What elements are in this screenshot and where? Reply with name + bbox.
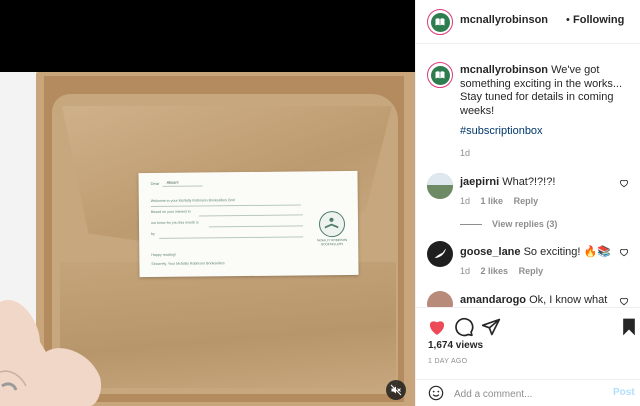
book-logo-icon bbox=[430, 12, 450, 32]
comment-2-meta: 1d 2 likes Reply bbox=[460, 266, 551, 276]
comment-avatar-jaepirni[interactable] bbox=[427, 173, 453, 199]
card-rule bbox=[162, 185, 203, 187]
card-line-4: by bbox=[151, 231, 155, 237]
comment-1-username[interactable]: jaepirni bbox=[460, 176, 499, 188]
add-comment-bar: Post bbox=[416, 379, 640, 406]
card-name: Alison! bbox=[166, 179, 179, 185]
card-closing: Happy reading! bbox=[151, 252, 176, 258]
comment-2: goose_lane So exciting! 🔥📚 bbox=[460, 245, 611, 258]
caption-username[interactable]: mcnallyrobinson bbox=[460, 64, 548, 76]
hashtag-link[interactable]: #subscriptionbox bbox=[460, 125, 543, 137]
comment-avatar-goose-lane[interactable] bbox=[427, 241, 453, 267]
card-signoff: Sincerely, Your McNally Robinson Booksel… bbox=[151, 261, 225, 267]
card-rule bbox=[150, 204, 301, 208]
caption: mcnallyrobinson We've got something exci… bbox=[460, 64, 636, 118]
replies-dash bbox=[460, 224, 482, 226]
card-rule bbox=[159, 236, 304, 239]
avatar[interactable] bbox=[427, 9, 453, 35]
comment-2-reply-button[interactable]: Reply bbox=[519, 266, 544, 276]
header-separator: • bbox=[566, 14, 570, 26]
comment-1: jaepirni What?!?!?! bbox=[460, 176, 555, 188]
following-button[interactable]: Following bbox=[573, 14, 624, 26]
book-logo-icon bbox=[430, 65, 450, 85]
comment-1-likes[interactable]: 1 like bbox=[481, 196, 504, 206]
post-timestamp: 1 DAY AGO bbox=[428, 358, 468, 365]
comment-avatar-amandarogo[interactable] bbox=[427, 291, 453, 307]
card-rule bbox=[198, 214, 303, 217]
comments-list[interactable]: mcnallyrobinson We've got something exci… bbox=[416, 45, 640, 307]
card-rule bbox=[209, 225, 304, 228]
card-dear: Dear bbox=[150, 180, 160, 187]
heart-filled-icon[interactable] bbox=[427, 317, 447, 337]
comment-2-age: 1d bbox=[460, 266, 471, 276]
heart-outline-icon[interactable] bbox=[619, 178, 629, 188]
post-header: mcnallyrobinson • Following bbox=[416, 0, 640, 44]
view-count[interactable]: 1,674 views bbox=[428, 340, 483, 351]
hand bbox=[0, 300, 102, 406]
comment-1-age: 1d bbox=[460, 196, 471, 206]
post-sidebar: mcnallyrobinson • Following mcnallyrobin… bbox=[415, 0, 640, 406]
comment-3: amandarogo Ok, I know what bbox=[460, 294, 607, 306]
bookstore-logo-icon bbox=[318, 210, 346, 238]
comment-input[interactable] bbox=[454, 386, 604, 402]
video-frame: Dear Alison! Welcome to your McNally Rob… bbox=[0, 72, 415, 406]
post-actions: 1,674 views 1 DAY AGO bbox=[416, 307, 640, 379]
goose-logo-icon bbox=[434, 248, 446, 258]
share-icon[interactable] bbox=[481, 317, 501, 337]
comment-3-username[interactable]: amandarogo bbox=[460, 294, 526, 306]
comment-2-likes[interactable]: 2 likes bbox=[481, 266, 509, 276]
card-line-2: Based on your interest in bbox=[150, 209, 191, 215]
heart-outline-icon[interactable] bbox=[619, 296, 629, 306]
mute-button[interactable] bbox=[386, 380, 406, 400]
post-comment-button[interactable]: Post bbox=[613, 387, 635, 398]
caption-avatar[interactable] bbox=[427, 62, 453, 88]
heart-outline-icon[interactable] bbox=[619, 247, 629, 257]
view-replies-label: View replies (3) bbox=[492, 219, 558, 229]
comment-icon[interactable] bbox=[454, 317, 474, 337]
post-media[interactable]: Dear Alison! Welcome to your McNally Rob… bbox=[0, 0, 415, 406]
caption-age: 1d bbox=[460, 148, 471, 158]
comment-1-text: What?!?!?! bbox=[502, 176, 556, 188]
welcome-card: Dear Alison! Welcome to your McNally Rob… bbox=[138, 170, 359, 278]
comment-1-reply-button[interactable]: Reply bbox=[514, 196, 539, 206]
card-line-1: Welcome to your McNally Robinson Booksel… bbox=[150, 198, 236, 204]
comment-1-meta: 1d 1 like Reply bbox=[460, 196, 546, 206]
card-brand: McNALLY ROBINSON BOOKSELLERS bbox=[317, 237, 348, 246]
speaker-muted-icon bbox=[390, 384, 402, 396]
comment-2-username[interactable]: goose_lane bbox=[460, 246, 521, 258]
header-username[interactable]: mcnallyrobinson bbox=[460, 14, 548, 26]
comment-3-text: Ok, I know what bbox=[529, 294, 608, 306]
bookmark-filled-icon[interactable] bbox=[619, 317, 639, 337]
card-line-3: our know for you this month is bbox=[150, 220, 199, 226]
view-replies-button[interactable]: View replies (3) bbox=[460, 219, 557, 229]
smiley-icon[interactable] bbox=[428, 385, 444, 401]
comment-2-text: So exciting! 🔥📚 bbox=[523, 246, 611, 258]
